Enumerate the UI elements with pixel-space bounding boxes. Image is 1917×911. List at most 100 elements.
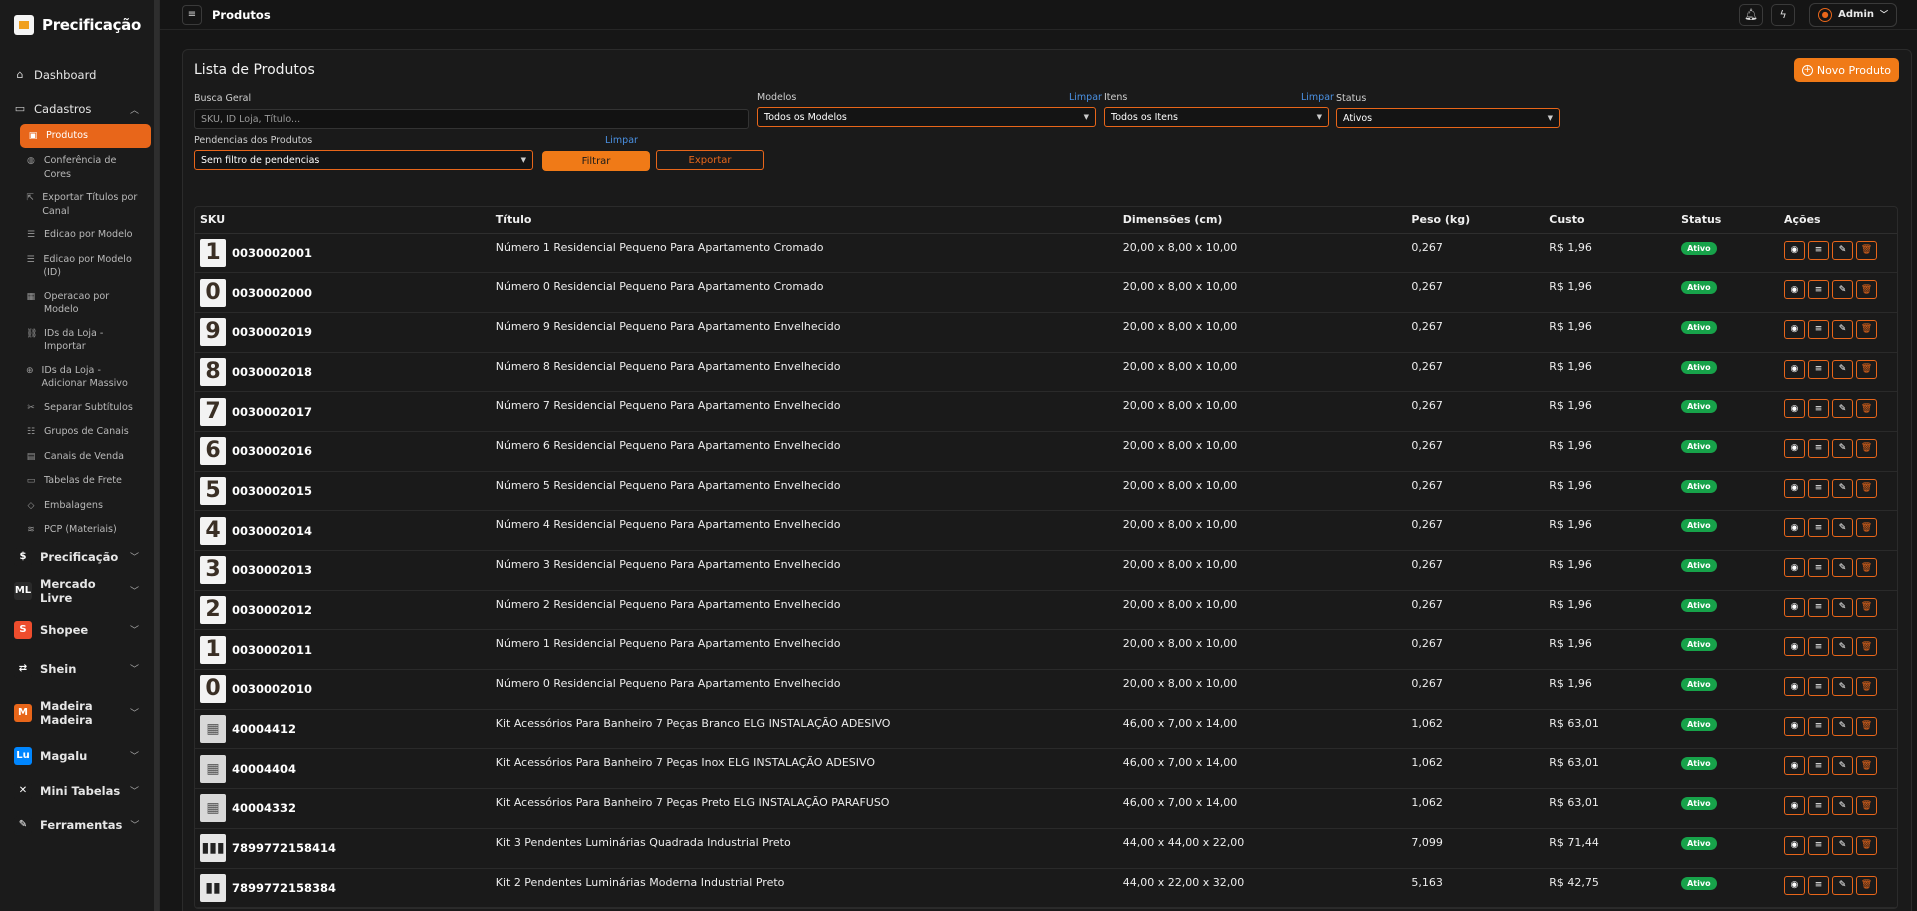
view-button[interactable]: ◉ [1783,280,1805,300]
edit-button[interactable]: ✎ [1831,399,1853,419]
edit-button[interactable]: ✎ [1831,518,1853,538]
column-header-peso[interactable]: Peso (kg) [1406,207,1545,234]
details-button[interactable]: ≡ [1807,677,1829,697]
modelos-select[interactable]: Todos os Modelos ▼ [757,107,1096,127]
table-row[interactable]: 2 0030002012 Número 2 Residencial Pequeno … [195,590,1897,631]
edit-button[interactable]: ✎ [1831,558,1853,577]
column-header-titulo[interactable]: Título [490,207,1118,234]
delete-button[interactable]: 🗑︎ [1855,558,1877,577]
sidebar-item-ids-da-loja-adicionar-massivo[interactable]: ⊕ IDs da Loja - Adicionar Massivo [14,360,151,395]
details-button[interactable]: ≡ [1807,597,1829,617]
sidebar-item-pcp-materiais[interactable]: ≋ PCP (Materiais) [14,519,151,542]
details-button[interactable]: ≡ [1807,558,1829,577]
sidebar-scrollbar[interactable] [154,0,159,911]
table-row[interactable]: ▦ 40004332 Kit Acessórios Para Banheiro 7 … [195,788,1897,829]
edit-button[interactable]: ✎ [1831,280,1853,300]
edit-button[interactable]: ✎ [1831,796,1853,816]
sidebar-group-mercado-livre[interactable]: ML Mercado Livre ﹀ [8,572,151,610]
column-header-status[interactable]: Status [1676,207,1779,234]
sidebar-item-grupos-de-canais[interactable]: ☷ Grupos de Canais [14,421,151,444]
table-row[interactable]: ▦ 40004404 Kit Acessórios Para Banheiro 7 … [195,748,1897,790]
details-button[interactable]: ≡ [1807,319,1829,339]
details-button[interactable]: ≡ [1807,637,1829,657]
delete-button[interactable]: 🗑︎ [1855,597,1877,617]
details-button[interactable]: ≡ [1807,796,1829,816]
table-row[interactable]: 4 0030002014 Número 4 Residencial Pequeno … [195,510,1897,551]
delete-button[interactable]: 🗑︎ [1855,438,1877,458]
edit-button[interactable]: ✎ [1831,637,1853,657]
delete-button[interactable]: 🗑︎ [1855,835,1877,855]
view-button[interactable]: ◉ [1783,637,1805,657]
view-button[interactable]: ◉ [1783,399,1805,419]
delete-button[interactable]: 🗑︎ [1855,399,1877,419]
table-row[interactable]: ▮▮▮ 7899772158414 Kit 3 Pendentes Luminári… [195,828,1897,869]
notifications-button[interactable]: 🔔︎ [1739,3,1764,26]
sidebar-group-magalu[interactable]: Lu Magalu ﹀ [8,738,151,774]
status-select[interactable]: Ativos ▼ [1336,108,1560,128]
search-input[interactable]: SKU, ID Loja, Título... [194,109,749,129]
delete-button[interactable]: 🗑︎ [1855,677,1877,697]
sidebar-item-dashboard[interactable]: ⌂ Dashboard [8,60,151,90]
view-button[interactable]: ◉ [1783,319,1805,339]
details-button[interactable]: ≡ [1807,756,1829,776]
table-row[interactable]: 9 0030002019 Número 9 Residencial Pequeno … [195,312,1897,353]
table-row[interactable]: 8 0030002018 Número 8 Residencial Pequeno … [195,352,1897,393]
edit-button[interactable]: ✎ [1831,875,1853,895]
delete-button[interactable]: 🗑︎ [1855,796,1877,816]
delete-button[interactable]: 🗑︎ [1855,240,1877,260]
view-button[interactable]: ◉ [1783,558,1805,577]
view-button[interactable]: ◉ [1783,478,1805,498]
details-button[interactable]: ≡ [1807,478,1829,498]
menu-toggle-button[interactable]: ≡ [182,4,202,25]
view-button[interactable]: ◉ [1783,240,1805,260]
table-row[interactable]: 1 0030002001 Número 1 Residencial Pequeno … [195,233,1897,274]
filter-button[interactable]: Filtrar [542,151,650,171]
delete-button[interactable]: 🗑︎ [1855,518,1877,538]
table-row[interactable]: 3 0030002013 Número 3 Residencial Pequeno … [195,550,1897,591]
user-menu[interactable]: ● Admin ﹀ [1809,2,1897,27]
sidebar-item-edicao-por-modelo-id[interactable]: ☰ Edicao por Modelo (ID) [14,249,151,284]
sidebar-item-confer-ncia-de-cores[interactable]: ◍ Conferência de Cores [14,150,151,185]
table-row[interactable]: 5 0030002015 Número 5 Residencial Pequeno … [195,471,1897,512]
view-button[interactable]: ◉ [1783,796,1805,816]
table-row[interactable]: 7 0030002017 Número 7 Residencial Pequeno … [195,391,1897,432]
sidebar-group-shein[interactable]: ⇄ Shein ﹀ [8,650,151,688]
view-button[interactable]: ◉ [1783,677,1805,697]
delete-button[interactable]: 🗑︎ [1855,756,1877,776]
view-button[interactable]: ◉ [1783,438,1805,458]
details-button[interactable]: ≡ [1807,438,1829,458]
sidebar-item-embalagens[interactable]: ◇ Embalagens [14,495,151,518]
edit-button[interactable]: ✎ [1831,359,1853,379]
sidebar-item-cadastros[interactable]: ▭ Cadastros ︿ [8,94,151,124]
sidebar-group-shopee[interactable]: S Shopee ﹀ [8,610,151,650]
edit-button[interactable]: ✎ [1831,677,1853,697]
view-button[interactable]: ◉ [1783,716,1805,736]
details-button[interactable]: ≡ [1807,359,1829,379]
view-button[interactable]: ◉ [1783,518,1805,538]
edit-button[interactable]: ✎ [1831,835,1853,855]
edit-button[interactable]: ✎ [1831,597,1853,617]
sidebar-item-separar-subt-tulos[interactable]: ✂ Separar Subtítulos [14,397,151,420]
edit-button[interactable]: ✎ [1831,478,1853,498]
details-button[interactable]: ≡ [1807,716,1829,736]
sidebar-item-tabelas-de-frete[interactable]: ▭ Tabelas de Frete [14,470,151,493]
table-row[interactable]: 6 0030002016 Número 6 Residencial Pequeno … [195,431,1897,472]
brand[interactable]: Precificação [0,0,159,50]
column-header-custo[interactable]: Custo [1544,207,1677,234]
delete-button[interactable]: 🗑︎ [1855,280,1877,300]
sidebar-group-ferramentas[interactable]: ✎ Ferramentas ﹀ [8,808,151,842]
view-button[interactable]: ◉ [1783,756,1805,776]
table-row[interactable]: 0 0030002010 Número 0 Residencial Pequeno … [195,669,1897,710]
table-row[interactable]: ▦ 40004412 Kit Acessórios Para Banheiro 7 … [195,709,1897,750]
delete-button[interactable]: 🗑︎ [1855,359,1877,379]
delete-button[interactable]: 🗑︎ [1855,875,1877,895]
sidebar-item-produtos[interactable]: ▣ Produtos [20,124,151,148]
column-header-dimensoes[interactable]: Dimensões (cm) [1117,207,1407,234]
pendencias-clear-link[interactable]: Limpar [605,135,638,146]
edit-button[interactable]: ✎ [1831,240,1853,260]
table-row[interactable]: ▮▮ 7899772158384 Kit 2 Pendentes Luminária… [195,868,1897,909]
edit-button[interactable]: ✎ [1831,716,1853,736]
delete-button[interactable]: 🗑︎ [1855,319,1877,339]
table-row[interactable]: 0 0030002000 Número 0 Residencial Pequeno … [195,272,1897,313]
details-button[interactable]: ≡ [1807,518,1829,538]
